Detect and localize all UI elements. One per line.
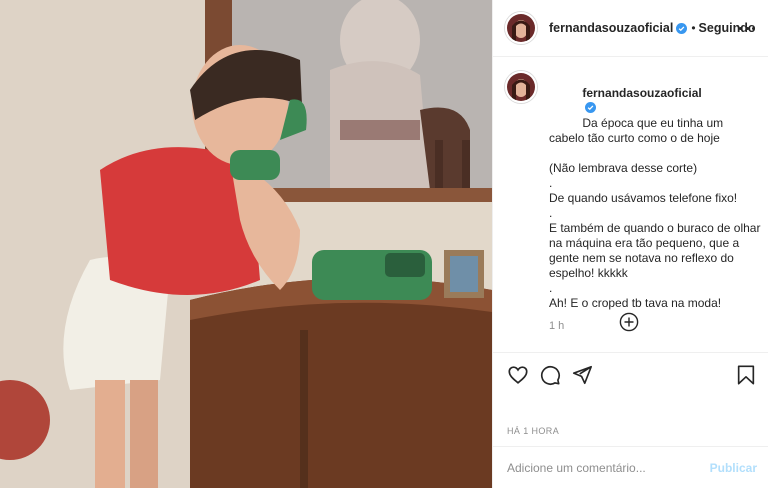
caption-line: (Não lembrava desse corte) [549,161,698,175]
post-side-panel: fernandasouzaoficial • Seguindo fernanda… [492,0,768,488]
avatar-image [507,73,535,101]
comment-icon[interactable] [539,364,561,386]
bookmark-icon[interactable] [735,364,757,386]
caption-line: . [549,176,553,190]
plus-circle-icon[interactable] [619,312,639,332]
comment-bar: Publicar [493,446,768,488]
publish-button[interactable]: Publicar [710,461,757,475]
verified-badge-icon [676,22,688,34]
comment-input[interactable] [507,460,702,475]
avatar[interactable] [505,12,537,44]
header-separator: • [691,21,696,35]
caption-avatar[interactable] [505,71,537,103]
post-actions [493,352,768,392]
avatar-image [507,14,535,42]
caption-line: Ah! E o croped tb tava na moda! [549,296,722,310]
post-date[interactable]: HÁ 1 HORA [507,426,559,436]
caption-text: fernandasouzaoficial Da época que eu tin… [549,71,761,334]
caption-line: . [549,206,553,220]
caption-username[interactable]: fernandasouzaoficial [582,86,701,100]
header-username[interactable]: fernandasouzaoficial [549,21,673,35]
caption-line: De quando usávamos telefone fixo! [549,191,738,205]
vintage-photo-illustration [0,0,492,488]
instagram-post: fernandasouzaoficial • Seguindo fernanda… [0,0,768,488]
share-icon[interactable] [571,364,593,386]
caption-line: . [549,281,553,295]
post-photo[interactable] [0,0,492,488]
heart-icon[interactable] [507,364,529,386]
verified-badge-icon [585,102,597,113]
post-caption: fernandasouzaoficial Da época que eu tin… [505,71,761,334]
caption-line: Da época que eu tinha um cabelo tão curt… [549,116,727,145]
caption-line: E também de quando o buraco de olhar na … [549,221,764,280]
post-header: fernandasouzaoficial • Seguindo [493,0,768,57]
caption-time[interactable]: 1 h [549,319,761,334]
more-dots-icon[interactable] [739,20,755,36]
